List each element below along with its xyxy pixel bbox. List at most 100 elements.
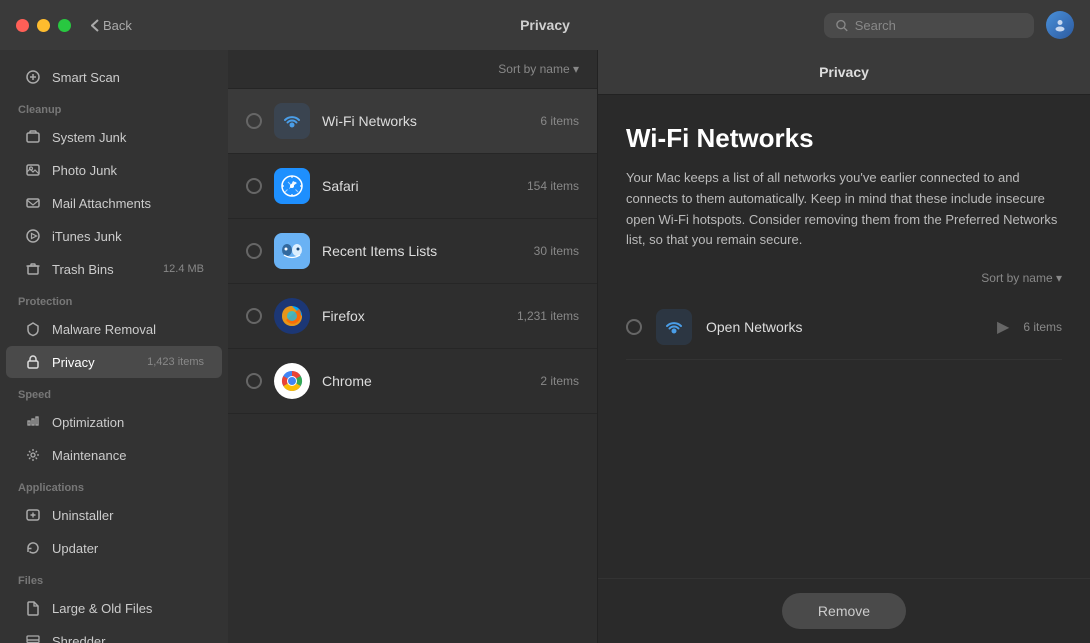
- maintenance-label: Maintenance: [52, 448, 126, 463]
- center-title-text: Privacy: [520, 17, 570, 33]
- section-protection: Protection: [0, 286, 228, 312]
- sidebar-item-shredder[interactable]: Shredder: [6, 625, 222, 643]
- back-button[interactable]: Back: [91, 18, 132, 33]
- chrome-label: Chrome: [322, 373, 528, 389]
- recent-items-label: Recent Items Lists: [322, 243, 522, 259]
- itunes-icon: [24, 227, 42, 245]
- open-networks-checkbox[interactable]: [626, 319, 642, 335]
- privacy-count: 1,423 items: [147, 356, 204, 368]
- detail-wifi-title: Wi-Fi Networks: [626, 123, 1062, 154]
- section-speed: Speed: [0, 379, 228, 405]
- detail-content: Wi-Fi Networks Your Mac keeps a list of …: [598, 95, 1090, 578]
- safari-label: Safari: [322, 178, 515, 194]
- detail-panel: Privacy Wi-Fi Networks Your Mac keeps a …: [598, 50, 1090, 643]
- updater-icon: [24, 539, 42, 557]
- open-networks-count: 6 items: [1023, 320, 1062, 334]
- uninstaller-label: Uninstaller: [52, 508, 113, 523]
- list-item-firefox[interactable]: Firefox 1,231 items: [228, 284, 597, 349]
- sidebar-item-mail-attachments[interactable]: Mail Attachments: [6, 187, 222, 219]
- sidebar-item-updater[interactable]: Updater: [6, 532, 222, 564]
- smart-scan-icon: [24, 68, 42, 86]
- safari-svg-icon: [274, 168, 310, 204]
- chrome-row-icon: [274, 363, 310, 399]
- wifi-count: 6 items: [540, 114, 579, 128]
- firefox-label: Firefox: [322, 308, 505, 324]
- section-applications: Applications: [0, 472, 228, 498]
- firefox-row-icon: [274, 298, 310, 334]
- search-bar[interactable]: [824, 13, 1034, 38]
- close-button[interactable]: [16, 19, 29, 32]
- recent-items-checkbox[interactable]: [246, 243, 262, 259]
- firefox-svg-icon: [274, 298, 310, 334]
- safari-row-icon: [274, 168, 310, 204]
- wifi-row-icon: [274, 103, 310, 139]
- wifi-networks-label: Wi-Fi Networks: [322, 113, 528, 129]
- system-junk-label: System Junk: [52, 130, 126, 145]
- optimization-label: Optimization: [52, 415, 124, 430]
- trash-icon: [24, 260, 42, 278]
- detail-description: Your Mac keeps a list of all networks yo…: [626, 168, 1062, 251]
- avatar-icon: [1053, 18, 1067, 32]
- list-item-chrome[interactable]: Chrome 2 items: [228, 349, 597, 414]
- trash-bins-count: 12.4 MB: [163, 263, 204, 275]
- recent-items-count: 30 items: [534, 244, 579, 258]
- maximize-button[interactable]: [58, 19, 71, 32]
- list-item-recent-items[interactable]: Recent Items Lists 30 items: [228, 219, 597, 284]
- window-controls: [16, 19, 71, 32]
- search-icon: [836, 19, 848, 32]
- malware-removal-label: Malware Removal: [52, 322, 156, 337]
- trash-bins-label: Trash Bins: [52, 262, 114, 277]
- sidebar-item-itunes-junk[interactable]: iTunes Junk: [6, 220, 222, 252]
- privacy-icon: [24, 353, 42, 371]
- section-files: Files: [0, 565, 228, 591]
- chrome-checkbox[interactable]: [246, 373, 262, 389]
- optimization-icon: [24, 413, 42, 431]
- itunes-junk-label: iTunes Junk: [52, 229, 122, 244]
- chrome-svg-icon: [274, 363, 310, 399]
- mail-attachments-label: Mail Attachments: [52, 196, 151, 211]
- sidebar: Smart Scan Cleanup System Junk Photo Jun…: [0, 50, 228, 643]
- sidebar-item-privacy[interactable]: Privacy 1,423 items: [6, 346, 222, 378]
- list-item-wifi[interactable]: Wi-Fi Networks 6 items: [228, 89, 597, 154]
- maintenance-icon: [24, 446, 42, 464]
- sidebar-item-malware-removal[interactable]: Malware Removal: [6, 313, 222, 345]
- wifi-svg-icon: [274, 103, 310, 139]
- middle-panel-header: Sort by name ▾: [228, 50, 597, 89]
- section-cleanup: Cleanup: [0, 94, 228, 120]
- titlebar-center-title: Privacy: [520, 17, 570, 33]
- detail-header-bar: Privacy: [598, 50, 1090, 95]
- malware-icon: [24, 320, 42, 338]
- wifi-checkbox[interactable]: [246, 113, 262, 129]
- sidebar-item-optimization[interactable]: Optimization: [6, 406, 222, 438]
- main-layout: Smart Scan Cleanup System Junk Photo Jun…: [0, 50, 1090, 643]
- firefox-count: 1,231 items: [517, 309, 579, 323]
- user-avatar[interactable]: [1046, 11, 1074, 39]
- detail-sort-by-name[interactable]: Sort by name ▾: [981, 271, 1062, 285]
- expand-icon[interactable]: ▶: [997, 317, 1009, 337]
- middle-panel: Sort by name ▾ Wi-Fi Networks 6 items: [228, 50, 598, 643]
- photo-junk-label: Photo Junk: [52, 163, 117, 178]
- open-networks-label: Open Networks: [706, 319, 983, 335]
- sidebar-item-photo-junk[interactable]: Photo Junk: [6, 154, 222, 186]
- sidebar-item-trash-bins[interactable]: Trash Bins 12.4 MB: [6, 253, 222, 285]
- search-input[interactable]: [855, 18, 1022, 33]
- shredder-label: Shredder: [52, 634, 105, 643]
- recent-items-row-icon: [274, 233, 310, 269]
- sort-by-name[interactable]: Sort by name ▾: [498, 62, 579, 76]
- firefox-checkbox[interactable]: [246, 308, 262, 324]
- sidebar-item-uninstaller[interactable]: Uninstaller: [6, 499, 222, 531]
- sidebar-item-large-old-files[interactable]: Large & Old Files: [6, 592, 222, 624]
- sidebar-item-smart-scan[interactable]: Smart Scan: [6, 61, 222, 93]
- list-item-safari[interactable]: Safari 154 items: [228, 154, 597, 219]
- sidebar-item-maintenance[interactable]: Maintenance: [6, 439, 222, 471]
- minimize-button[interactable]: [37, 19, 50, 32]
- safari-checkbox[interactable]: [246, 178, 262, 194]
- sidebar-item-system-junk[interactable]: System Junk: [6, 121, 222, 153]
- photo-junk-icon: [24, 161, 42, 179]
- titlebar: Back Privacy: [0, 0, 1090, 50]
- remove-button[interactable]: Remove: [782, 593, 906, 629]
- system-junk-icon: [24, 128, 42, 146]
- detail-list-item-open-networks[interactable]: Open Networks ▶ 6 items: [626, 295, 1062, 360]
- finder-svg-icon: [274, 233, 310, 269]
- open-networks-wifi-icon: [656, 309, 692, 345]
